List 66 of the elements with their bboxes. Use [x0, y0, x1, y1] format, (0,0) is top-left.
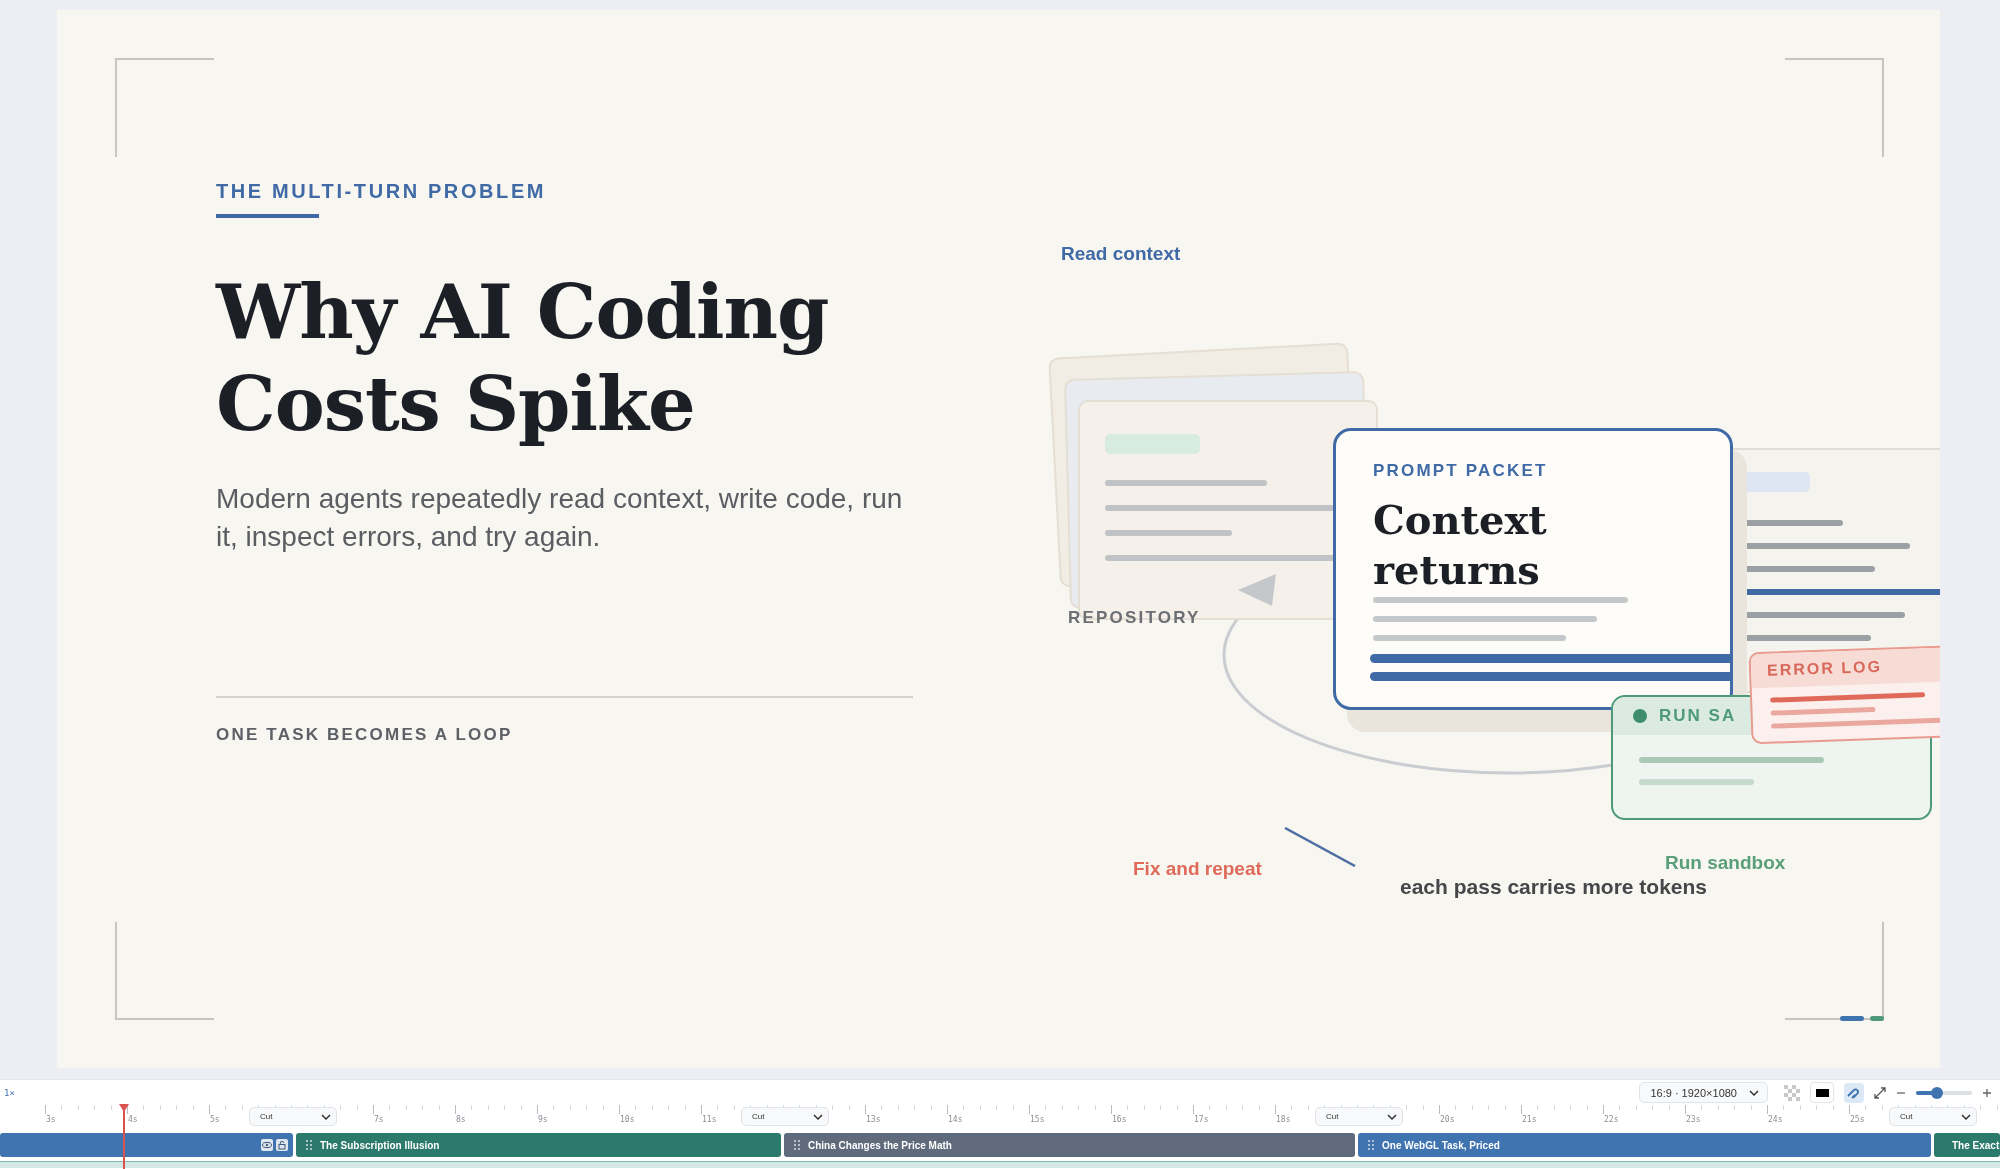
timeline-clip[interactable]: One WebGL Task, Priced [1358, 1133, 1931, 1158]
card-title: Context returns [1373, 495, 1548, 595]
time-label: 5s [210, 1115, 220, 1125]
time-label: 23s [1686, 1115, 1701, 1125]
progress-mark-icon [1840, 1016, 1884, 1022]
time-label: 24s [1768, 1115, 1783, 1125]
fix-label: Fix and repeat [1133, 858, 1262, 880]
triangle-icon [1238, 574, 1276, 606]
transition-dropdown[interactable]: Cut [741, 1107, 829, 1127]
timeline-clip[interactable] [0, 1133, 293, 1158]
caption: each pass carries more tokens [1400, 875, 1707, 899]
time-label: 7s [374, 1115, 384, 1125]
time-label: 3s [46, 1115, 56, 1125]
timeline-clip[interactable]: The Exact [1934, 1133, 2000, 1158]
time-label: 8s [456, 1115, 466, 1125]
sandbox-card-title: RUN SA [1659, 706, 1737, 726]
run-sandbox-label: Run sandbox [1665, 852, 1786, 874]
chevron-icon [1387, 1113, 1397, 1120]
expand-icon[interactable] [1874, 1086, 1886, 1099]
chevron-icon [321, 1113, 331, 1120]
zoom-in-icon[interactable] [1982, 1087, 1992, 1098]
timeline-clip[interactable]: The Subscription Illusion [296, 1133, 781, 1158]
clip-title: China Changes the Price Math [808, 1139, 952, 1151]
time-label: 17s [1194, 1115, 1209, 1125]
drag-handle-icon[interactable] [794, 1140, 800, 1151]
time-label: 13s [866, 1115, 881, 1125]
repository-label: REPOSITORY [1068, 608, 1201, 628]
time-label: 11s [702, 1115, 717, 1125]
aspect-dropdown[interactable]: 16:9 · 1920×1080 [1639, 1082, 1768, 1104]
error-log-title: ERROR LOG [1766, 657, 1883, 680]
transition-dropdown[interactable]: Cut [249, 1107, 337, 1127]
speed-label[interactable]: 1× [4, 1087, 15, 1098]
footer-label: ONE TASK BECOMES A LOOP [216, 725, 514, 745]
checkerboard-icon[interactable] [1784, 1084, 1800, 1101]
prompt-packet-label: PROMPT PACKET [1373, 461, 1549, 481]
lock-icon[interactable] [276, 1139, 288, 1152]
section-kicker: THE MULTI-TURN PROBLEM [216, 180, 548, 203]
clip-title: The Exact [1952, 1139, 2000, 1151]
chevron-icon [1749, 1089, 1759, 1096]
status-dot [1633, 709, 1647, 723]
chevron-icon [813, 1113, 823, 1120]
transition-dropdown[interactable]: Cut [1889, 1107, 1977, 1127]
time-label: 21s [1522, 1115, 1537, 1125]
background-color-button[interactable] [1810, 1082, 1834, 1104]
time-label: 9s [538, 1115, 548, 1125]
drag-handle-icon[interactable] [306, 1140, 312, 1151]
time-label: 15s [1030, 1115, 1045, 1125]
time-label: 25s [1850, 1115, 1865, 1125]
time-label: 20s [1440, 1115, 1455, 1125]
timeline-clip[interactable]: China Changes the Price Math [784, 1133, 1355, 1158]
transition-dropdown[interactable]: Cut [1315, 1107, 1403, 1127]
time-label: 16s [1112, 1115, 1127, 1125]
time-label: 18s [1276, 1115, 1291, 1125]
drag-handle-icon[interactable] [1368, 1140, 1374, 1151]
clip-title: One WebGL Task, Priced [1382, 1139, 1500, 1151]
clip-title: The Subscription Illusion [320, 1139, 440, 1151]
slide-title: Why AI Coding Costs Spike [216, 267, 830, 450]
time-label: 22s [1604, 1115, 1619, 1125]
slide-subtitle: Modern agents repeatedly read context, write code, run it, inspect errors, and try again. [216, 482, 904, 554]
time-label: 10s [620, 1115, 635, 1125]
chevron-icon [1961, 1113, 1971, 1120]
time-label: 4s [128, 1115, 138, 1125]
magnet-button[interactable] [1844, 1082, 1864, 1103]
time-label: 14s [948, 1115, 963, 1125]
read-context-label: Read context [1061, 243, 1181, 265]
eye-icon[interactable] [261, 1139, 273, 1152]
